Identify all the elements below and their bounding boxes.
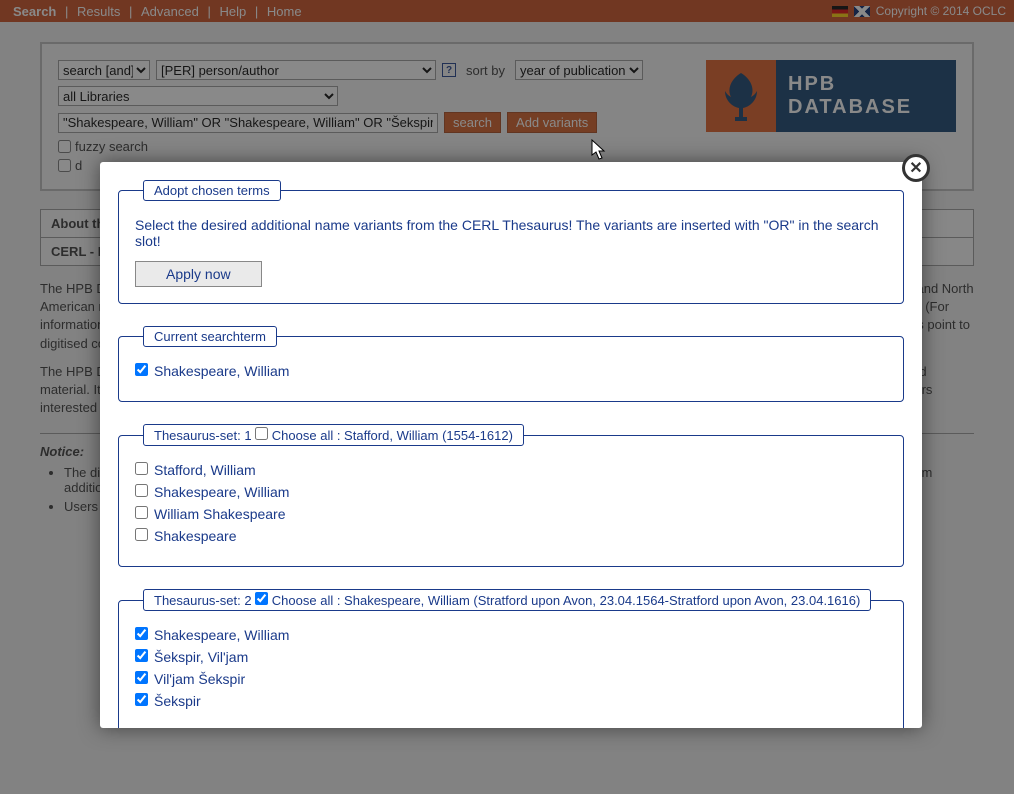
variants-modal: ✕ Adopt chosen terms Select the desired … [100,162,922,728]
set2-legend: Thesaurus-set: 2 Choose all : Shakespear… [143,589,871,611]
current-searchterm-fieldset: Current searchterm Shakespeare, William [118,326,904,402]
variant-checkbox[interactable] [135,506,148,519]
set1-choose-all-label[interactable]: Choose all : Stafford, William (1554-161… [272,428,513,443]
variant-checkbox[interactable] [135,627,148,640]
set1-legend: Thesaurus-set: 1 Choose all : Stafford, … [143,424,524,446]
variant-checkbox[interactable] [135,462,148,475]
set2-choose-all-checkbox[interactable] [255,592,268,605]
variant-item[interactable]: Shakespeare, William [135,627,887,643]
variant-item[interactable]: Shakespeare [135,528,887,544]
variant-checkbox[interactable] [135,693,148,706]
variant-item[interactable]: Stafford, William [135,462,887,478]
thesaurus-set-2-fieldset: Thesaurus-set: 2 Choose all : Shakespear… [118,589,904,728]
adopt-legend: Adopt chosen terms [143,180,281,201]
variant-checkbox[interactable] [135,484,148,497]
set2-choose-all-label[interactable]: Choose all : Shakespeare, William (Strat… [272,593,861,608]
modal-scroll[interactable]: Adopt chosen terms Select the desired ad… [100,162,922,728]
variant-item[interactable]: Shakespeare, William [135,484,887,500]
current-list: Shakespeare, William [135,363,887,379]
variant-checkbox[interactable] [135,671,148,684]
variant-checkbox[interactable] [135,649,148,662]
thesaurus-set-1-fieldset: Thesaurus-set: 1 Choose all : Stafford, … [118,424,904,567]
apply-now-button[interactable]: Apply now [135,261,262,287]
variant-item[interactable]: Šekspir [135,693,887,709]
set1-choose-all-checkbox[interactable] [255,427,268,440]
current-legend: Current searchterm [143,326,277,347]
adopt-fieldset: Adopt chosen terms Select the desired ad… [118,180,904,304]
variant-item[interactable]: William Shakespeare [135,506,887,522]
variant-checkbox[interactable] [135,528,148,541]
variant-checkbox[interactable] [135,363,148,376]
set1-list: Stafford, William Shakespeare, William Wil… [135,462,887,544]
variant-item[interactable]: Shakespeare, William [135,363,887,379]
adopt-instructions: Select the desired additional name varia… [135,217,887,249]
variant-item[interactable]: Vil'jam Šekspir [135,671,887,687]
set2-list: Shakespeare, William Šekspir, Vil'jam Vil'… [135,627,887,709]
variant-item[interactable]: Šekspir, Vil'jam [135,649,887,665]
close-icon[interactable]: ✕ [902,154,930,182]
